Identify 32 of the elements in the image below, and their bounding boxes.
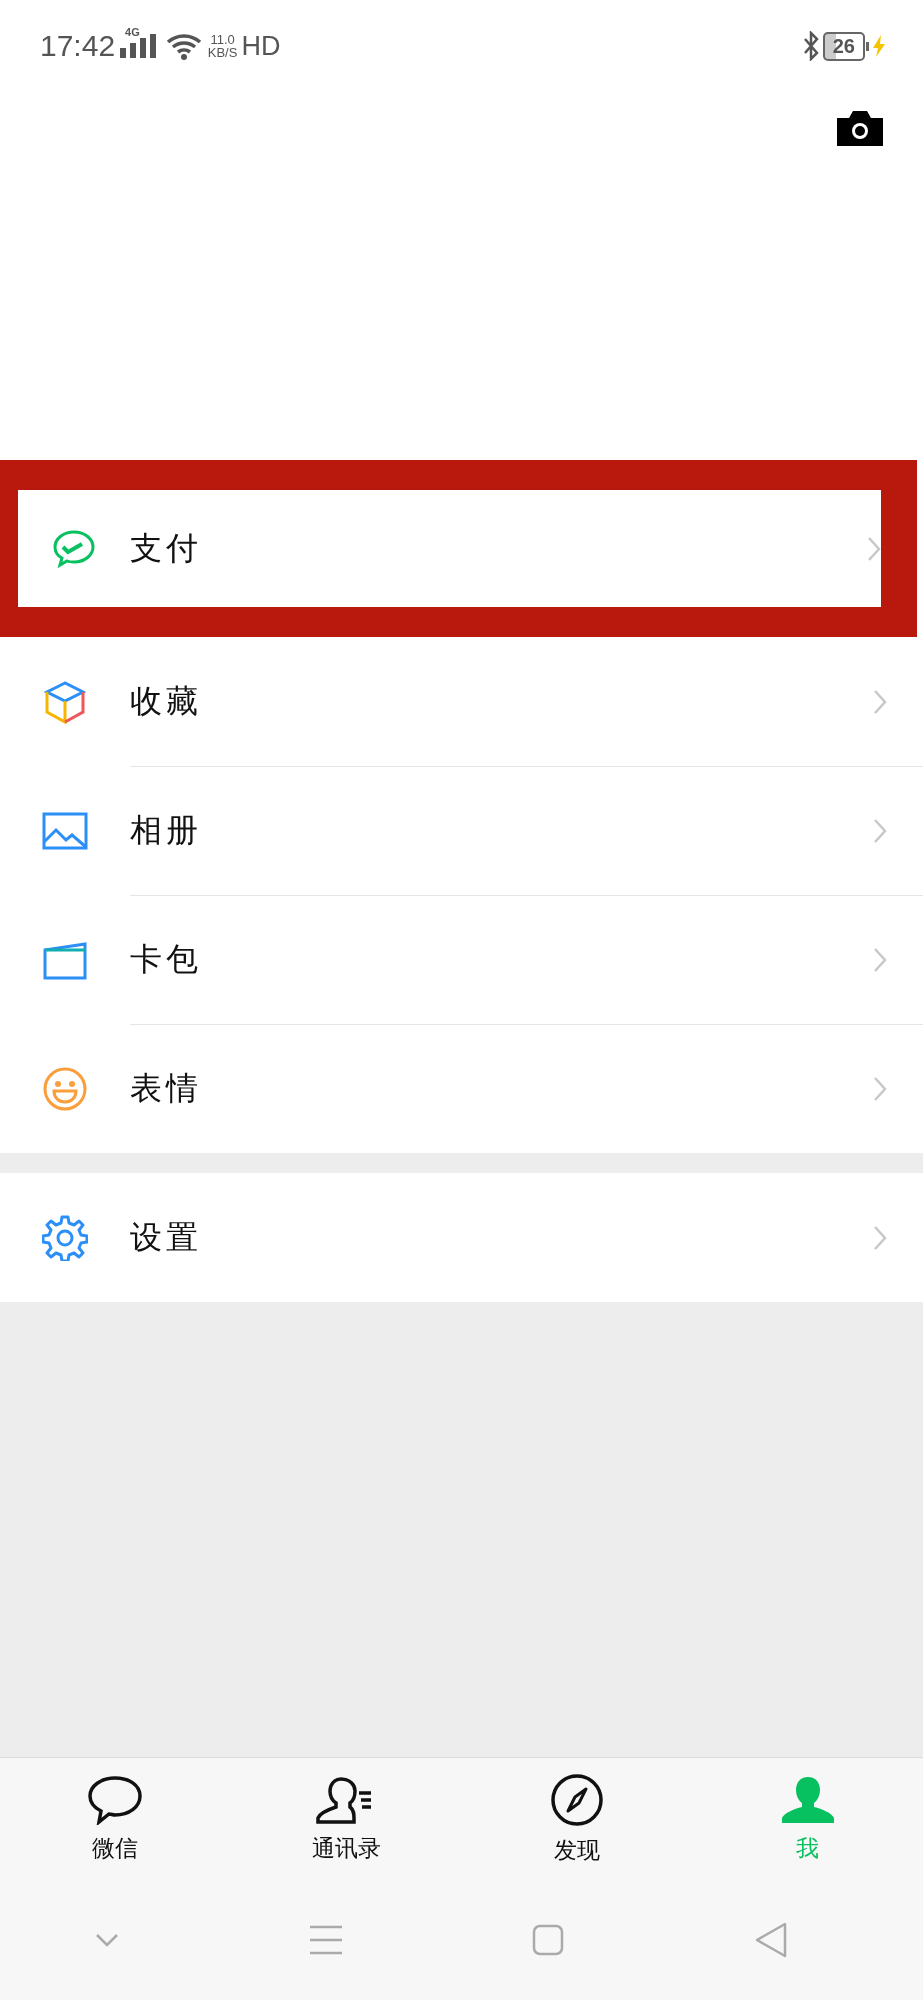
- speed-value: 11.0: [210, 33, 235, 46]
- highlighted-menu-item[interactable]: 支付: [0, 460, 917, 637]
- person-icon: [780, 1774, 835, 1825]
- tab[interactable]: 微信: [0, 1758, 231, 1880]
- wifi-icon: [165, 32, 202, 60]
- chevron-icon: [873, 947, 887, 973]
- tab[interactable]: 发现: [461, 1758, 693, 1880]
- network-type: 4G: [125, 26, 140, 38]
- square-icon[interactable]: [532, 1924, 565, 1956]
- chevron-icon: [867, 535, 881, 562]
- smiley-icon: [42, 1065, 88, 1112]
- chevron-down-icon[interactable]: [94, 1933, 119, 1947]
- chevron-icon: [873, 818, 887, 844]
- signal-icon: [119, 34, 156, 58]
- speech-bubble-icon: [87, 1774, 144, 1825]
- compass-icon: [549, 1772, 604, 1827]
- chevron-icon: [873, 1076, 887, 1102]
- chevron-icon: [873, 1224, 887, 1251]
- tab[interactable]: 通讯录: [230, 1758, 462, 1880]
- image-icon: [42, 811, 88, 850]
- chat-check-icon: [52, 528, 96, 569]
- clock-time: 17:42: [40, 29, 116, 63]
- bluetooth-icon: [802, 31, 819, 61]
- menu-icon[interactable]: [308, 1925, 343, 1955]
- chevron-icon: [873, 688, 887, 715]
- speed-unit: KB/S: [207, 46, 238, 59]
- card-icon: [42, 939, 88, 980]
- back-triangle-icon[interactable]: [754, 1922, 789, 1958]
- settings-icon: [42, 1214, 88, 1261]
- hd-label: HD: [241, 30, 281, 62]
- camera-icon[interactable]: [837, 110, 883, 146]
- cube-icon: [43, 679, 87, 724]
